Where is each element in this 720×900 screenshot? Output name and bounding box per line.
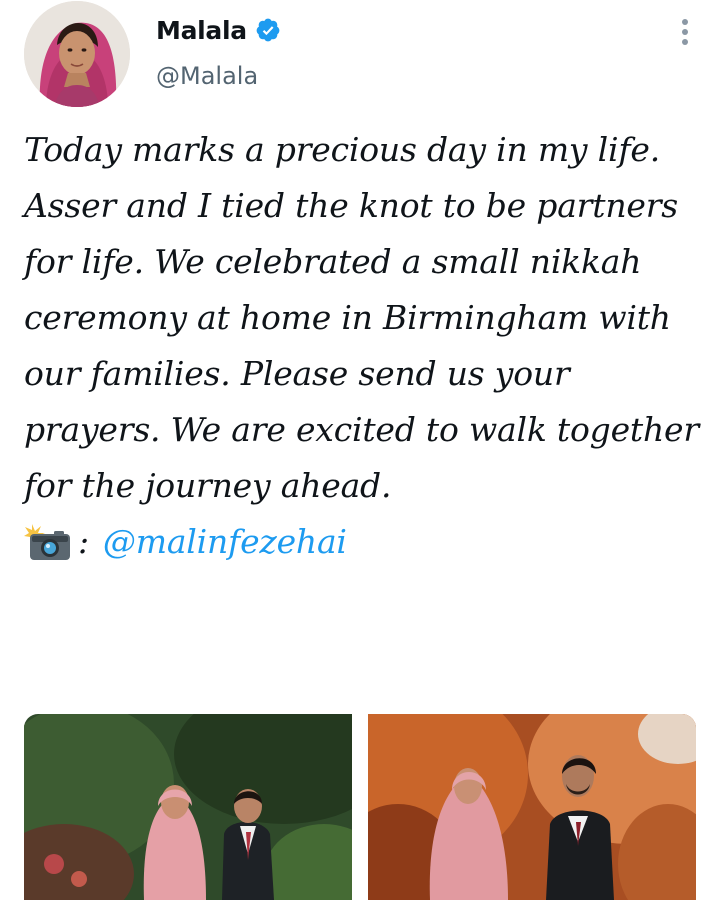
verified-badge-icon [256,18,280,42]
photographer-mention-link[interactable]: @malinfezehai [103,514,347,570]
wedding-photo-garden[interactable] [24,714,352,900]
wedding-photo-autumn[interactable] [368,714,696,900]
tweet-text-line: Today marks a precious day in my life. [24,130,660,169]
photo-credit: : @malinfezehai [24,514,700,570]
tweet-text: Today marks a precious day in my life. A… [24,122,700,570]
tweet-text-line: Asser and I tied the knot to be partners… [24,186,699,505]
credit-separator: : [78,522,89,561]
author-handle[interactable]: @Malala [156,62,258,90]
more-options-icon[interactable] [674,14,696,50]
tweet: Malala @Malala Today marks a precious da… [0,0,720,900]
camera-flash-icon [24,522,72,562]
profile-avatar[interactable] [24,1,130,107]
author-name-row[interactable]: Malala [156,12,281,48]
avatar-image [24,1,130,107]
author-display-name: Malala [156,15,247,45]
